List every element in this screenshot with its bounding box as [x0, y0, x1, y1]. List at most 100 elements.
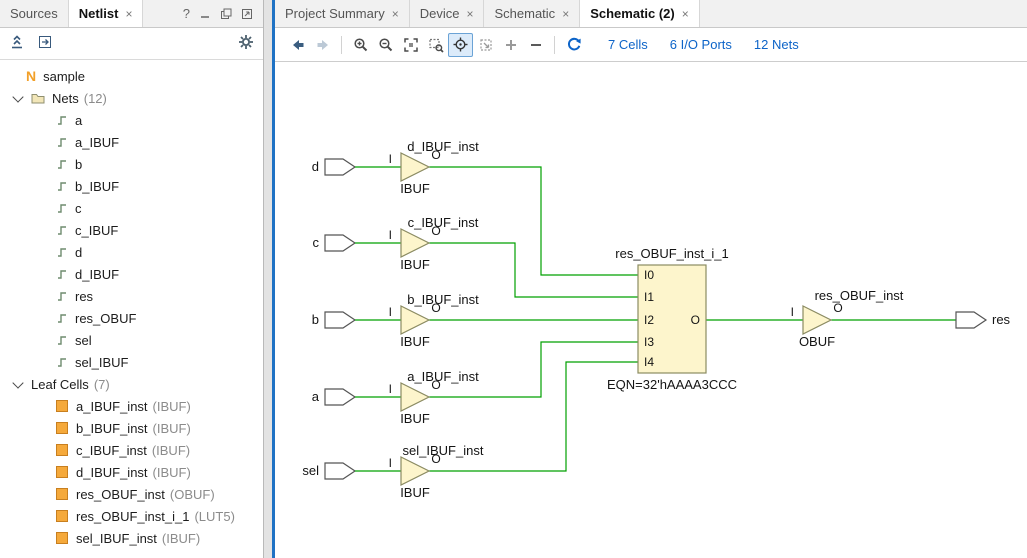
tab-schematic[interactable]: Schematic ×: [484, 0, 580, 27]
net-icon: [56, 224, 68, 236]
net-icon: [56, 356, 68, 368]
net-icon: [56, 246, 68, 258]
nets-label: Nets: [52, 91, 79, 106]
tree-item-cell[interactable]: a_IBUF_inst(IBUF): [0, 395, 263, 417]
float-icon[interactable]: [220, 8, 232, 20]
refresh-icon[interactable]: [561, 33, 586, 57]
panel-window-controls: ?: [173, 0, 263, 27]
tree-item-net[interactable]: sel_IBUF: [0, 351, 263, 373]
svg-text:I2: I2: [644, 313, 654, 327]
tree-item-cell[interactable]: res_OBUF_inst_i_1(LUT5): [0, 505, 263, 527]
close-icon[interactable]: ×: [125, 7, 132, 21]
svg-text:IBUF: IBUF: [400, 334, 430, 349]
autofit-selection-icon[interactable]: [448, 33, 473, 57]
tree-item-net[interactable]: c_IBUF: [0, 219, 263, 241]
back-button[interactable]: [285, 33, 310, 57]
close-icon[interactable]: ×: [392, 7, 399, 21]
svg-text:O: O: [431, 224, 440, 238]
tree-item-net[interactable]: a_IBUF: [0, 131, 263, 153]
svg-text:EQN=32'hAAAA3CCC: EQN=32'hAAAA3CCC: [607, 377, 737, 392]
tree-item-leaf-cells[interactable]: Leaf Cells (7): [0, 373, 263, 395]
tab-project-summary[interactable]: Project Summary ×: [275, 0, 410, 27]
cell-icon: [56, 488, 68, 500]
svg-text:d_IBUF_inst: d_IBUF_inst: [407, 139, 479, 154]
io-ports-count-link[interactable]: 6 I/O Ports: [670, 37, 732, 52]
root-label: sample: [43, 69, 85, 84]
svg-text:O: O: [431, 378, 440, 392]
close-icon[interactable]: ×: [466, 7, 473, 21]
lut5-cell[interactable]: res_OBUF_inst_i_1 I0 I1 I2 I3 I4 O EQN=3…: [607, 246, 737, 392]
svg-text:IBUF: IBUF: [400, 181, 430, 196]
tree-item-net[interactable]: c: [0, 197, 263, 219]
tab-schematic-2[interactable]: Schematic (2) ×: [580, 0, 700, 27]
gear-icon[interactable]: [238, 34, 254, 53]
svg-text:res_OBUF_inst_i_1: res_OBUF_inst_i_1: [615, 246, 728, 261]
obuf-cell[interactable]: res_OBUF_inst I O OBUF: [791, 288, 904, 349]
chevron-down-icon[interactable]: [12, 377, 23, 388]
nets-count-link[interactable]: 12 Nets: [754, 37, 799, 52]
help-icon[interactable]: ?: [183, 6, 190, 21]
add-icon[interactable]: [498, 33, 523, 57]
right-tabbar: Project Summary × Device × Schematic × S…: [275, 0, 1027, 28]
maximize-icon[interactable]: [241, 8, 253, 20]
tree-item-net[interactable]: res: [0, 285, 263, 307]
cell-icon: [56, 532, 68, 544]
leaf-cells-count: (7): [94, 377, 110, 392]
tree-item-net[interactable]: b: [0, 153, 263, 175]
svg-text:I: I: [389, 382, 392, 396]
svg-text:O: O: [833, 301, 842, 315]
schematic-svg: d c b a sel: [275, 62, 1027, 558]
svg-text:I: I: [791, 305, 794, 319]
minimize-icon[interactable]: [199, 8, 211, 20]
left-tabbar: Sources Netlist × ?: [0, 0, 263, 28]
tab-sources[interactable]: Sources: [0, 0, 69, 27]
svg-text:O: O: [431, 301, 440, 315]
port-b[interactable]: b: [312, 312, 355, 328]
tree-item-net[interactable]: a: [0, 109, 263, 131]
net-icon: [56, 158, 68, 170]
svg-text:sel_IBUF_inst: sel_IBUF_inst: [403, 443, 484, 458]
tree-item-net[interactable]: res_OBUF: [0, 307, 263, 329]
tree-item-net[interactable]: d_IBUF: [0, 263, 263, 285]
svg-text:I0: I0: [644, 268, 654, 282]
port-d[interactable]: d: [312, 159, 355, 175]
netlist-panel: Sources Netlist × ? N sample: [0, 0, 264, 558]
tree-item-cell[interactable]: b_IBUF_inst(IBUF): [0, 417, 263, 439]
chevron-down-icon[interactable]: [12, 91, 23, 102]
close-icon[interactable]: ×: [562, 7, 569, 21]
zoom-out-icon[interactable]: [373, 33, 398, 57]
schematic-canvas[interactable]: d c b a sel: [275, 62, 1027, 558]
close-icon[interactable]: ×: [682, 7, 689, 21]
net-icon: [56, 202, 68, 214]
net-icon: [56, 268, 68, 280]
port-sel[interactable]: sel: [302, 463, 355, 479]
tab-netlist[interactable]: Netlist ×: [69, 0, 144, 27]
remove-icon[interactable]: [523, 33, 548, 57]
zoom-in-icon[interactable]: [348, 33, 373, 57]
zoom-fit-icon[interactable]: [398, 33, 423, 57]
cells-count-link[interactable]: 7 Cells: [608, 37, 648, 52]
tree-item-cell[interactable]: d_IBUF_inst(IBUF): [0, 461, 263, 483]
tree-item-nets[interactable]: Nets (12): [0, 87, 263, 109]
port-c[interactable]: c: [313, 235, 356, 251]
tree-item-net[interactable]: b_IBUF: [0, 175, 263, 197]
port-a[interactable]: a: [312, 389, 355, 405]
forward-button[interactable]: [310, 33, 335, 57]
expand-select-icon[interactable]: [37, 34, 53, 53]
svg-text:res_OBUF_inst: res_OBUF_inst: [815, 288, 904, 303]
tree-item-cell[interactable]: sel_IBUF_inst(IBUF): [0, 527, 263, 549]
collapse-all-icon[interactable]: [9, 34, 25, 53]
tree-item-root[interactable]: N sample: [0, 65, 263, 87]
zoom-selection-icon[interactable]: [423, 33, 448, 57]
netlist-tree: N sample Nets (12) a a_IBUF b b_IBUF c c…: [0, 60, 263, 558]
port-res[interactable]: res: [956, 312, 1011, 328]
tree-item-cell[interactable]: c_IBUF_inst(IBUF): [0, 439, 263, 461]
tree-item-cell[interactable]: res_OBUF_inst(OBUF): [0, 483, 263, 505]
tab-device[interactable]: Device ×: [410, 0, 485, 27]
tree-item-net[interactable]: sel: [0, 329, 263, 351]
regenerate-selection-icon[interactable]: [473, 33, 498, 57]
net-icon: [56, 334, 68, 346]
svg-text:IBUF: IBUF: [400, 411, 430, 426]
svg-text:I: I: [389, 305, 392, 319]
tree-item-net[interactable]: d: [0, 241, 263, 263]
